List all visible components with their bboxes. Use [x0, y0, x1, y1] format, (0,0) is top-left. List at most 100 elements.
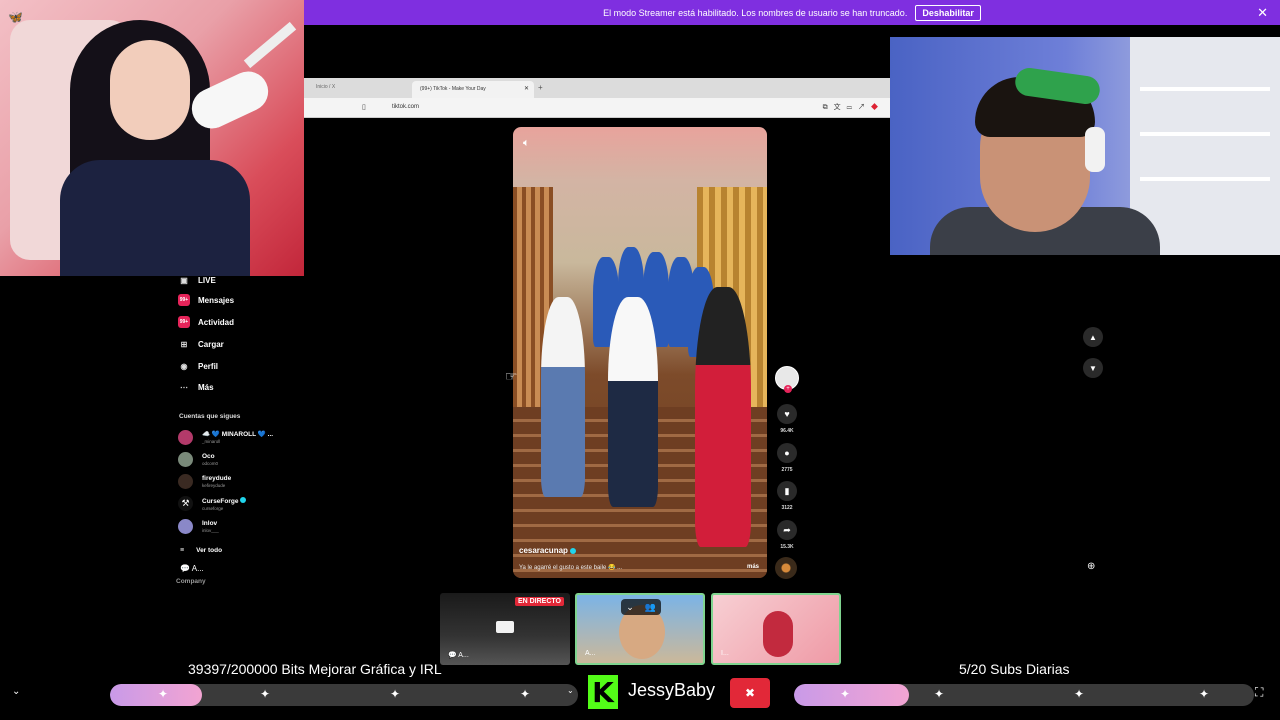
sparkle-icon: ✦: [158, 687, 169, 701]
sidebar-item-label: Más: [198, 382, 214, 392]
music-disc-icon[interactable]: [775, 557, 797, 579]
sparkle-icon: ✦: [260, 687, 271, 701]
mic-arm: [243, 21, 297, 69]
comment-icon: ●: [777, 443, 797, 463]
shield-icon[interactable]: ◆: [871, 104, 884, 111]
sidebar-item-label: Cargar: [198, 339, 224, 349]
thumbnail-label: I...: [721, 650, 729, 657]
sidebar-item-live[interactable]: ▣ LIVE: [178, 274, 216, 286]
volume-icon[interactable]: 🔈︎: [523, 137, 530, 150]
following-title: Cuentas que sigues: [179, 413, 241, 420]
chat-bubble-icon: [496, 621, 514, 633]
comment-count: 2775: [781, 467, 793, 473]
sparkle-icon: ✦: [520, 687, 531, 701]
sidebar-item-activity[interactable]: 99+ Actividad: [178, 316, 234, 328]
anvil-icon: ⚒: [178, 496, 193, 511]
shelf-board: [1140, 132, 1270, 136]
author-avatar[interactable]: +: [775, 366, 799, 393]
headphone: [1085, 127, 1105, 172]
tiktok-sidebar: ▣ LIVE 99+ Mensajes 99+ Actividad ⊞ Carg…: [170, 272, 290, 592]
shelf-board: [1140, 177, 1270, 181]
sidebar-item-more[interactable]: ⋯ Más: [178, 381, 214, 393]
chevron-down-icon[interactable]: ▼: [1083, 358, 1103, 378]
company-link[interactable]: Company: [176, 578, 206, 585]
following-account[interactable]: ☁️ 💙 MINAROLL 💙 ... _minaroll: [178, 430, 273, 445]
streamer-face: [110, 40, 190, 140]
share-button[interactable]: ➦ 15.3K: [776, 520, 798, 550]
tiktok-video[interactable]: 🔈︎ cesaracunap Ya le agarré el gusto a e…: [513, 127, 767, 578]
close-tab-icon[interactable]: ✕: [524, 85, 529, 92]
guest-thumbnail[interactable]: ⌄ 👥 A...: [575, 593, 705, 665]
bits-goal-text: 39397/200000 Bits Mejorar Gráfica y IRL: [188, 661, 442, 677]
url-text[interactable]: tiktok.com: [392, 104, 419, 110]
avatar: [178, 452, 193, 467]
zoom-icon[interactable]: ⊕: [1087, 561, 1095, 572]
kick-logo: K: [588, 675, 618, 709]
account-name: Oco: [202, 453, 215, 460]
tab-previous[interactable]: Inicio / X: [316, 84, 335, 90]
extension-icon[interactable]: ⧉: [823, 104, 834, 111]
save-button[interactable]: ▮ 3122: [776, 481, 798, 511]
bits-progress-fill: [110, 684, 203, 706]
sidebar-item-label: Perfil: [198, 361, 219, 371]
account-handle: odcom0: [202, 461, 219, 466]
account-name: fireydude: [202, 475, 232, 482]
screenshot-icon[interactable]: ▭: [847, 104, 858, 111]
share-icon[interactable]: ↗: [858, 104, 871, 111]
following-account[interactable]: Oco odcom0: [178, 452, 218, 467]
sidebar-item-label: Mensajes: [198, 295, 235, 305]
following-account[interactable]: fireydude kefireydude: [178, 474, 231, 489]
new-tab-icon[interactable]: +: [538, 83, 543, 92]
sidebar-item-upload[interactable]: ⊞ Cargar: [178, 338, 224, 350]
share-count: 15.3K: [780, 544, 794, 550]
more-icon: ⋯: [180, 382, 188, 392]
fullscreen-icon[interactable]: ⛶: [1255, 685, 1263, 700]
guest-thumbnail[interactable]: I...: [711, 593, 841, 665]
account-name-text: CurseForge: [202, 497, 239, 505]
subs-goal-text: 5/20 Subs Diarias: [959, 661, 1070, 677]
thumbnail-tools: ⌄ 👥: [621, 599, 661, 615]
more-link[interactable]: más: [747, 564, 759, 570]
sparkle-icon: ✦: [1074, 687, 1085, 701]
sidebar-item-messages[interactable]: 99+ Mensajes: [178, 294, 234, 306]
upload-icon: ⊞: [180, 339, 188, 349]
sidebar-item-profile[interactable]: ◉ Perfil: [178, 360, 219, 372]
chat-overlay-label: 💬 A...: [180, 564, 204, 573]
dancer: [608, 297, 658, 507]
bookmark-icon[interactable]: ▯: [362, 103, 366, 111]
avatar: [178, 430, 193, 445]
add-user-icon[interactable]: 👥: [644, 602, 655, 613]
see-all-link[interactable]: ≡ Ver todo: [180, 547, 222, 554]
mouse-cursor-icon: ☞: [505, 368, 518, 384]
chevron-up-icon[interactable]: ▲: [1083, 327, 1103, 347]
shelf-board: [1140, 87, 1270, 91]
comment-button[interactable]: ● 2775: [776, 443, 798, 473]
following-account[interactable]: Inlov inlov___: [178, 519, 219, 534]
following-account[interactable]: ⚒ CurseForge curseforge: [178, 496, 247, 511]
screen: 🦋 El modo Streamer está habilitado. Los …: [0, 0, 1280, 720]
close-icon[interactable]: ✕: [1257, 5, 1268, 21]
chevron-down-icon[interactable]: ⌄: [626, 602, 634, 613]
account-handle: inlov___: [202, 528, 219, 533]
disable-streamer-mode-button[interactable]: Deshabilitar: [915, 4, 981, 21]
follow-plus-icon[interactable]: +: [784, 385, 792, 393]
webcam-left: 🦋: [0, 0, 304, 276]
author-name: cesaracunap: [519, 546, 568, 555]
messages-icon: 99+: [178, 294, 190, 306]
thumbnail-label: 💬 A...: [448, 651, 469, 659]
like-button[interactable]: ♥ 96.4K: [776, 404, 798, 434]
live-thumbnail[interactable]: EN DIRECTO 💬 A...: [440, 593, 570, 665]
verified-icon: [569, 547, 576, 554]
chevron-down-icon[interactable]: ⌄: [12, 686, 20, 697]
sidebar-item-label: Actividad: [198, 317, 235, 327]
translate-icon[interactable]: 文: [834, 104, 847, 111]
video-author[interactable]: cesaracunap: [519, 546, 576, 555]
banner-text: El modo Streamer está habilitado. Los no…: [603, 7, 908, 18]
chevron-down-icon[interactable]: ⌄: [567, 686, 574, 695]
subs-progress-bar: ✦ ✦ ✦ ✦: [794, 684, 1254, 706]
bits-progress-bar: ✦ ✦ ✦ ✦: [110, 684, 578, 706]
address-bar: ▯ tiktok.com ⧉文▭↗◆: [304, 98, 890, 118]
account-handle: curseforge: [202, 505, 224, 511]
tab-active[interactable]: (99+) TikTok - Make Your Day ✕: [412, 81, 534, 98]
guest-figure: [763, 611, 793, 657]
